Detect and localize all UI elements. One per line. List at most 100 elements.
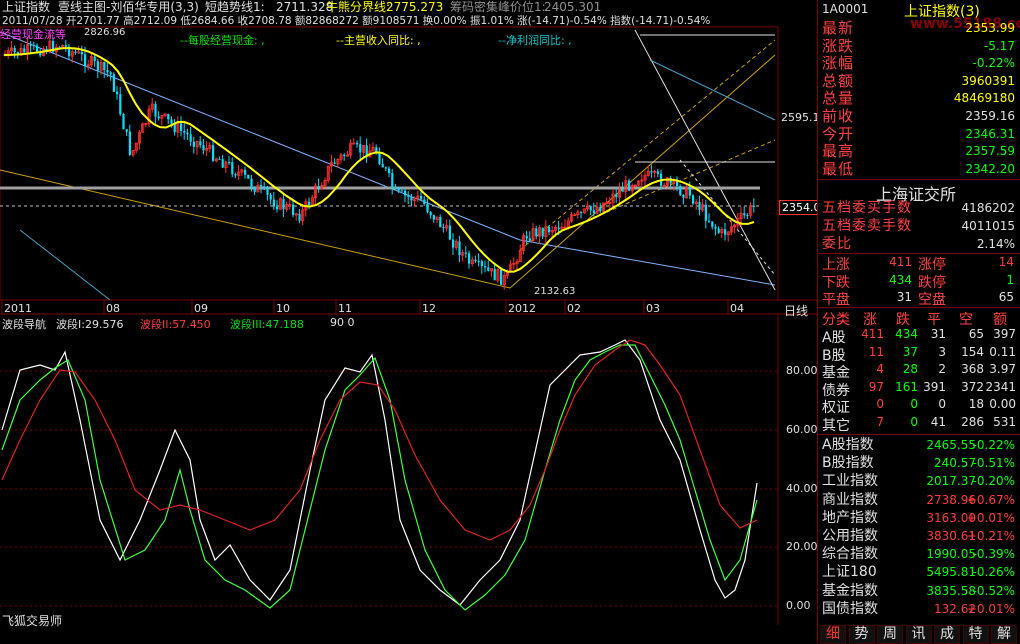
panel-tab[interactable]: 特 <box>962 625 989 644</box>
class-cell: 0 <box>910 397 918 411</box>
index-row[interactable]: 基金指数 3835.58 -0.52% <box>818 582 1020 600</box>
class-cell: 2 <box>938 362 946 376</box>
candle-body <box>621 189 624 192</box>
short-trend-value: 2711.328 <box>276 0 334 14</box>
candle-body <box>746 215 749 217</box>
candle-body <box>244 169 247 175</box>
candle-body <box>708 220 711 222</box>
candle-body <box>628 180 631 191</box>
candle-body <box>276 206 279 210</box>
order-value: 2.14% <box>976 237 1015 251</box>
index-row[interactable]: 地产指数 3163.00 +0.01% <box>818 509 1020 527</box>
candle-body <box>128 131 131 155</box>
candle-body <box>391 173 394 187</box>
profit-label: --净利润同比: , <box>498 34 572 47</box>
index-row[interactable]: B股指数 240.57 -0.51% <box>818 454 1020 472</box>
candle-body <box>247 174 250 179</box>
sub-y-tick: 60.00 <box>786 423 818 436</box>
candle-body <box>714 226 717 229</box>
candle-body <box>119 94 122 115</box>
panel-tab[interactable]: 周 <box>877 625 903 644</box>
index-pct: +0.21% <box>966 529 1015 543</box>
candle-body <box>407 195 410 197</box>
panel-tab[interactable]: 势 <box>848 625 875 644</box>
index-pct: +0.67% <box>966 492 1015 507</box>
candle-body <box>397 187 400 191</box>
candle-body <box>308 201 311 206</box>
panel-tab[interactable]: 讯 <box>905 625 932 644</box>
chart-title[interactable]: 壹线主图-刘佰华专用(3,3) <box>58 0 199 14</box>
quote-label: 涨跌 <box>822 36 855 55</box>
class-cell: 286 <box>961 414 984 429</box>
sub-chart-grid <box>0 370 778 607</box>
panel-tab[interactable]: 解 <box>991 625 1017 644</box>
candle-body <box>13 47 16 53</box>
index-row[interactable]: 国债指数 132.62 +0.01% <box>818 600 1020 618</box>
index-row[interactable]: 上证180 5495.81 -0.26% <box>818 563 1020 581</box>
candle-body <box>93 56 96 62</box>
candle-body <box>154 103 157 117</box>
index-row[interactable]: 商业指数 2738.96 +0.67% <box>818 491 1020 509</box>
fund-label: --每股经营现金: , <box>180 34 265 47</box>
index-row[interactable]: 综合指数 1990.05 -0.39% <box>818 545 1020 563</box>
candle-body <box>580 211 583 213</box>
quote-label: 总额 <box>822 71 855 90</box>
class-header: 额 <box>993 312 1007 328</box>
software-name: 飞狐交易师 <box>2 614 63 628</box>
candle-body <box>23 48 26 53</box>
candle-body <box>493 268 496 281</box>
candle-body <box>477 261 480 263</box>
index-name: 基金指数 <box>822 582 878 599</box>
index-name: 地产指数 <box>822 509 878 526</box>
candle-body <box>458 241 461 256</box>
candle-body <box>535 228 538 237</box>
candle-body <box>80 51 83 55</box>
index-row[interactable]: A股指数 2465.55 -0.22% <box>818 436 1020 454</box>
breadth-label: 空盘 <box>918 292 946 308</box>
period-label[interactable]: 日线 <box>784 302 808 319</box>
candle-body <box>589 206 592 211</box>
candle-body <box>292 204 295 216</box>
quote-row: 最新 2353.99 <box>818 19 1020 37</box>
high-label: 2826.96 <box>84 27 126 38</box>
resistance-trendline <box>0 31 521 241</box>
candle-body <box>282 198 285 210</box>
candle-body <box>74 51 77 53</box>
index-row[interactable]: 公用指数 3830.61 +0.21% <box>818 527 1020 545</box>
candle-body <box>599 207 602 212</box>
index-row[interactable]: 工业指数 2017.37 -0.20% <box>818 472 1020 490</box>
class-cell: 161 <box>895 379 918 394</box>
candle-body <box>688 186 691 196</box>
quote-value: -5.17 <box>983 38 1015 53</box>
panel-tab[interactable]: 细 <box>820 625 846 644</box>
class-header: 空 <box>959 312 973 328</box>
breadth-label: 平盘 <box>822 292 850 308</box>
panel-tab[interactable]: 成 <box>934 625 960 644</box>
band-3-value: 波段III:47.188 <box>230 318 304 331</box>
candle-body <box>106 70 109 73</box>
index-value: 5495.81 <box>926 565 976 580</box>
index-name: B股指数 <box>822 455 874 472</box>
order-label: 五档委买手数 <box>822 200 912 216</box>
candle-body <box>218 158 221 160</box>
candle-body <box>682 194 685 198</box>
candle-body <box>656 171 659 174</box>
quote-row: 总量 48469180 <box>818 89 1020 107</box>
candle-body <box>743 213 746 216</box>
quote-label: 前收 <box>822 107 855 125</box>
candle-body <box>557 227 560 230</box>
candle-body <box>381 163 384 168</box>
quote-row: 今开 2346.31 <box>818 125 1020 143</box>
cyan-lower-line <box>19 229 111 301</box>
breadth-value: 31 <box>896 290 912 304</box>
candle-body <box>426 203 429 212</box>
class-cell: 31 <box>930 327 946 341</box>
quote-label: 今开 <box>822 124 855 143</box>
class-cell: 4 <box>876 362 884 376</box>
candle-body <box>263 186 266 188</box>
candle-body <box>384 167 387 169</box>
quote-row: 涨跌 -5.17 <box>818 37 1020 55</box>
candle-body <box>474 259 477 262</box>
candle-body <box>359 144 362 153</box>
candle-body <box>432 215 435 220</box>
